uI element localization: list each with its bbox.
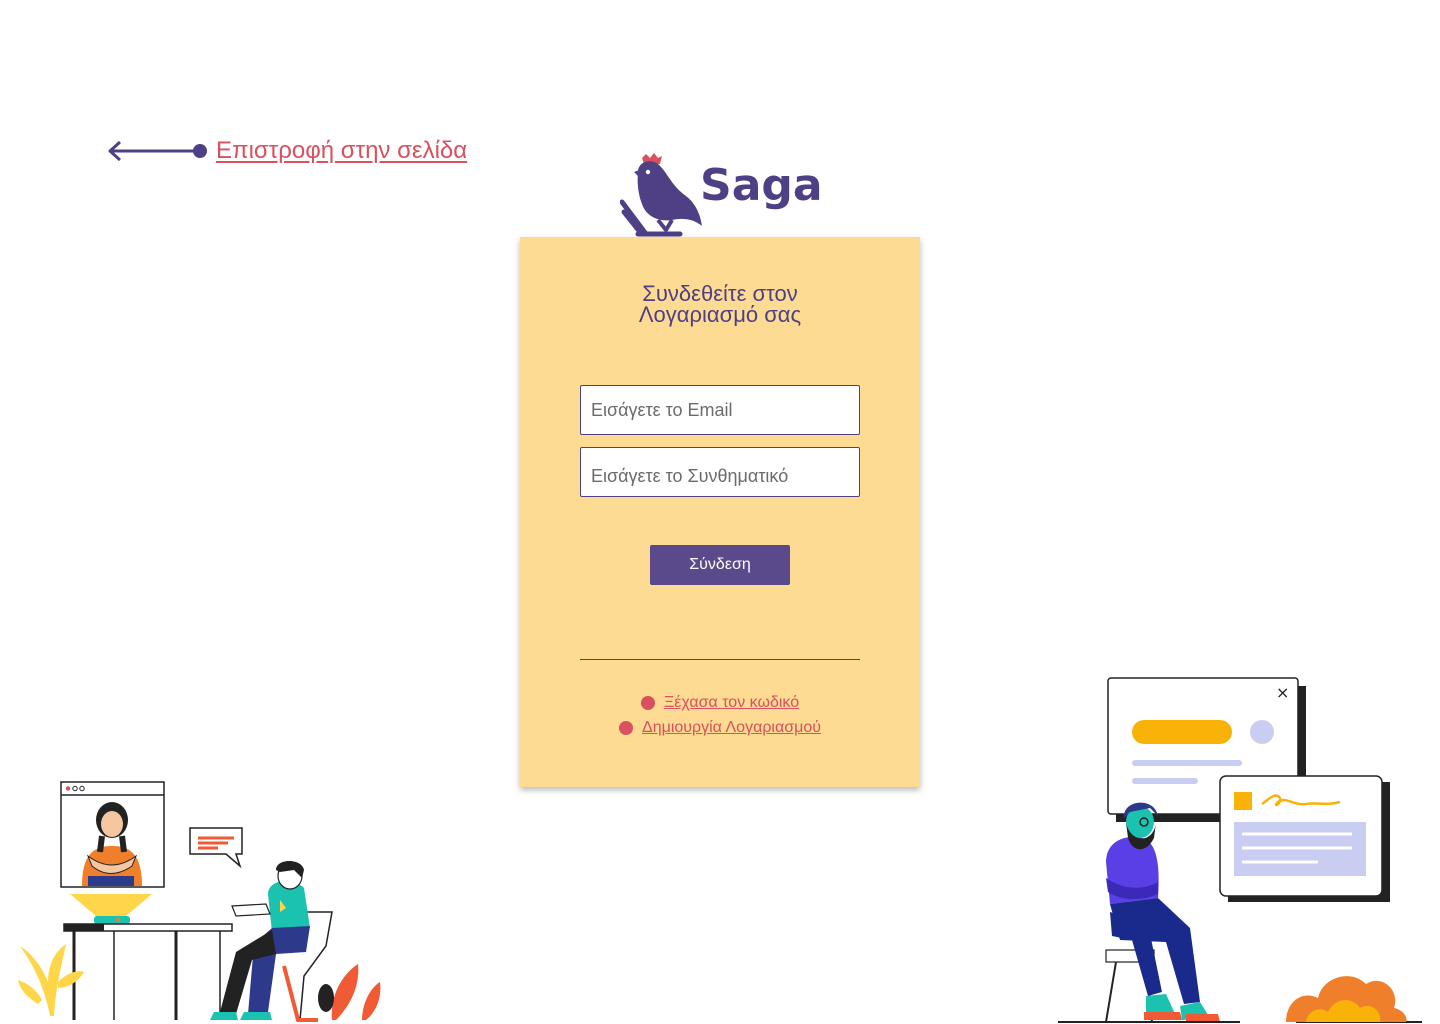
back-to-page-link[interactable]: Επιστροφή στην σελίδα <box>106 134 467 168</box>
forgot-password-link[interactable]: Ξέχασα τον κωδικό <box>664 694 799 712</box>
divider <box>580 659 860 660</box>
close-icon: × <box>1276 683 1289 702</box>
saga-logo: Saga <box>620 150 823 240</box>
bullet-dot-icon <box>619 721 634 735</box>
arrow-left-icon <box>108 140 207 162</box>
video-call-illustration <box>18 781 381 1022</box>
bird-logo-icon <box>620 153 702 237</box>
email-field[interactable] <box>580 385 860 435</box>
create-account-row: Δημιουργία Λογαριασμού <box>520 719 920 737</box>
bullet-dot-icon <box>640 696 655 710</box>
back-link-label: Επιστροφή στην σελίδα <box>216 137 468 164</box>
login-title-line2: Λογαριασμό σας <box>638 302 802 327</box>
login-card: Συνδεθείτε στον Λογαριασμό σας Σύνδεση Ξ… <box>520 237 920 787</box>
login-title: Συνδεθείτε στον Λογαριασμό σας <box>520 281 920 327</box>
create-account-link[interactable]: Δημιουργία Λογαριασμού <box>642 719 821 737</box>
documents-illustration: × <box>1058 677 1422 1023</box>
password-field[interactable] <box>580 447 860 497</box>
logo-wordmark: Saga <box>700 160 823 211</box>
login-title-line1: Συνδεθείτε στον <box>642 281 798 306</box>
forgot-password-row: Ξέχασα τον κωδικό <box>520 694 920 712</box>
login-button[interactable]: Σύνδεση <box>650 545 790 585</box>
